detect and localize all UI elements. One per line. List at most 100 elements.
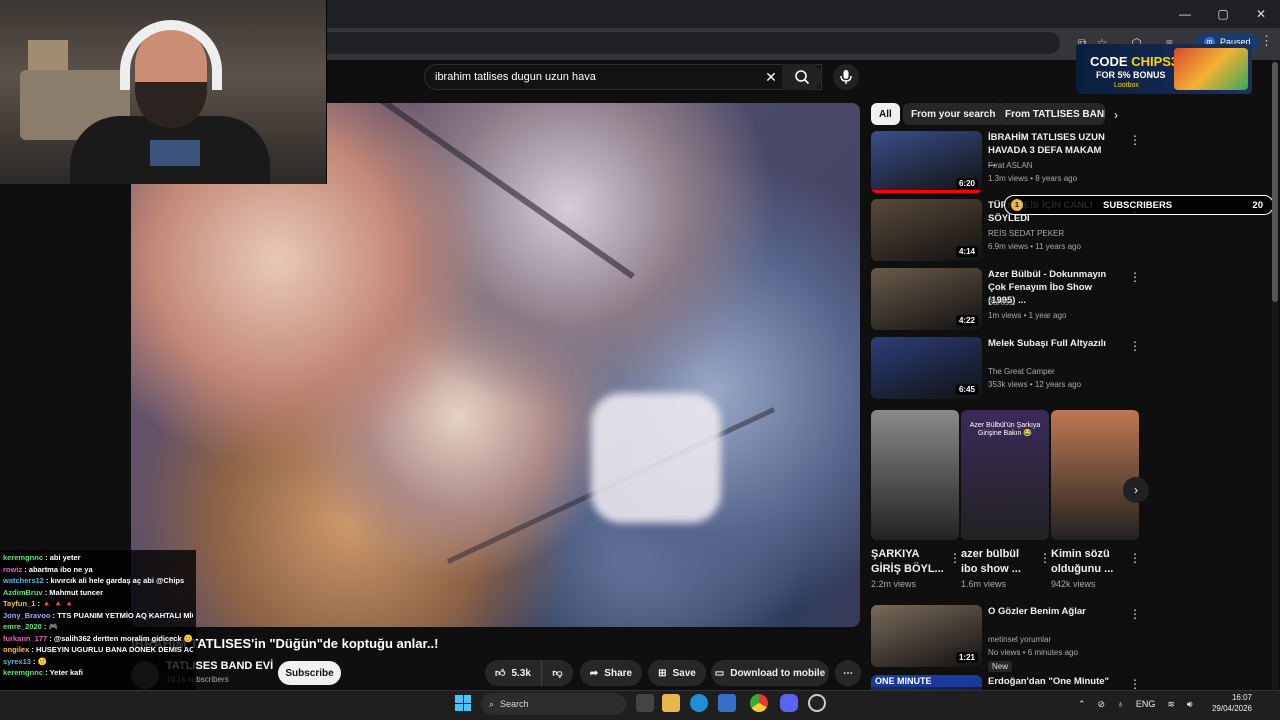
video-thumbnail[interactable]: 6:45	[871, 337, 982, 399]
close-button[interactable]: ✕	[1242, 0, 1280, 28]
more-icon[interactable]: ⋮	[1129, 339, 1141, 353]
video-thumbnail[interactable]: 4:22	[871, 268, 982, 330]
chip-from-search[interactable]: From your search	[903, 103, 1004, 125]
maximize-button[interactable]: ▢	[1204, 0, 1242, 28]
subs-badge: 1	[1011, 199, 1023, 211]
subscribers-goal-bar: 1 SUBSCRIBERS 20	[1004, 195, 1274, 215]
task-view-icon[interactable]	[636, 694, 654, 712]
video-title[interactable]: O Gözler Benim Ağlar	[988, 605, 1112, 618]
chat-username[interactable]: keremgnnc	[3, 553, 43, 562]
share-button[interactable]: ➦ Share	[580, 660, 642, 686]
short-thumbnail[interactable]	[1051, 410, 1139, 540]
video-meta: 353k views • 12 years ago	[988, 380, 1082, 389]
download-button[interactable]: ▭ Download to mobile	[711, 660, 829, 686]
search-button[interactable]	[782, 64, 822, 90]
chevron-right-icon[interactable]: ›	[1114, 108, 1118, 122]
short-thumbnail[interactable]: Azer Bülbül'ün Şarkıya Girişine Bakın 😂	[961, 410, 1049, 540]
clock-date: 29/04/2026	[1211, 704, 1252, 713]
chat-text: : TTS PUANIM YETMİO AQ KAHTALI MİÇE AÇSA…	[52, 610, 193, 620]
taskbar-search[interactable]: ⌕ Search	[481, 693, 626, 715]
more-icon[interactable]: ⋮	[1129, 133, 1141, 147]
chat-username[interactable]: watchers12	[3, 576, 44, 585]
chat-username[interactable]: syrex13	[3, 657, 31, 666]
more-icon[interactable]: ⋮	[1129, 607, 1141, 621]
download-label: Download to mobile	[730, 667, 826, 679]
subscribe-button[interactable]: Subscribe	[278, 661, 341, 685]
microphone-icon[interactable]: ♁	[1117, 699, 1124, 709]
short-title[interactable]: ŞARKIYA GİRİŞ BÖYL...	[871, 547, 946, 577]
like-button[interactable]: 👍︎ 5.3k	[485, 660, 541, 686]
edge-icon[interactable]	[690, 694, 708, 712]
chat-text: : @salih362 dertten moralim gidiceck 🙂	[49, 633, 193, 643]
chat-message: ongilex : HUSEYIN UGURLU BANA DONEK DEMI…	[3, 644, 193, 656]
chat-text: : abi yeter	[45, 553, 81, 562]
more-icon[interactable]: ⋮	[1129, 551, 1141, 565]
video-channel[interactable]: REİS SEDAT PEKER	[988, 229, 1064, 238]
chat-username[interactable]: Jony_Bravoo	[3, 611, 51, 620]
chat-username[interactable]: rowiz	[3, 565, 22, 574]
chat-username[interactable]: AzdimBruv	[3, 588, 43, 597]
short-title[interactable]: Kimin sözü olduğunu ...	[1051, 547, 1126, 577]
chat-message: keremgnnc : abi yeter	[3, 552, 193, 564]
ad-bonus: FOR 5% BONUS	[1096, 70, 1166, 80]
voice-search-button[interactable]	[833, 64, 859, 90]
more-icon[interactable]: ⋮	[1129, 677, 1141, 691]
video-channel[interactable]: Fırat ASLAN	[988, 161, 1032, 170]
more-actions-button[interactable]: ⋯	[835, 660, 861, 686]
ad-artwork	[1174, 48, 1248, 90]
video-channel[interactable]: The Great Camper	[988, 367, 1055, 376]
recommended-video[interactable]: 6:45 Melek Subaşı Full Altyazılı The Gre…	[871, 337, 1141, 401]
more-icon[interactable]: ⋮	[1129, 270, 1141, 284]
dislike-button[interactable]: 👎︎	[541, 660, 573, 686]
store-icon[interactable]	[718, 694, 736, 712]
search-icon	[795, 70, 810, 85]
short-views: 942k views	[1051, 579, 1096, 589]
chat-username[interactable]: Tayfun_1	[3, 599, 35, 608]
short-thumbnail[interactable]	[871, 410, 959, 540]
promo-ad[interactable]: CODE CHIPS31 FOR 5% BONUS Lootbox	[1076, 44, 1252, 94]
video-channel[interactable]: metinsel yorumlar	[988, 635, 1051, 644]
more-icon: ⋯	[843, 667, 853, 679]
recommended-video[interactable]: 6:20 İBRAHİM TATLISES UZUN HAVADA 3 DEFA…	[871, 131, 1141, 195]
video-title[interactable]: Melek Subaşı Full Altyazılı	[988, 337, 1112, 350]
ad-brand: Lootbox	[1114, 82, 1139, 89]
clear-search-icon[interactable]: ✕	[761, 64, 781, 90]
volume-icon[interactable]: 🔊︎	[1187, 699, 1193, 710]
chip-all[interactable]: All	[871, 103, 900, 125]
chat-message: keremgnnc : Yeter kafi	[3, 667, 193, 679]
wifi-icon[interactable]: ≋	[1167, 699, 1175, 710]
taskbar-search-label: Search	[500, 699, 529, 709]
save-button[interactable]: ⊞ Save	[648, 660, 706, 686]
chat-username[interactable]: keremgnnc	[3, 668, 43, 677]
recommended-video[interactable]: 4:22 Azer Bülbül - Dokunmayın Çok Fenayı…	[871, 268, 1141, 332]
video-frame-detail	[287, 103, 635, 279]
recommended-video[interactable]: 1:21 O Gözler Benim Ağlar metinsel yorum…	[871, 605, 1141, 672]
chat-text: : Mahmut tuncer	[44, 587, 104, 597]
video-thumbnail[interactable]: 4:14	[871, 199, 982, 261]
video-channel[interactable]: Barossi	[988, 298, 1015, 307]
chevron-up-icon[interactable]: ⌃	[1078, 699, 1086, 710]
discord-icon[interactable]	[780, 694, 798, 712]
video-thumbnail[interactable]: 1:21	[871, 605, 982, 667]
more-icon[interactable]: ⋮	[949, 551, 961, 565]
mic-muted-icon[interactable]: ⊘	[1098, 699, 1106, 710]
taskbar-clock[interactable]: 16:07 29/04/2026	[1208, 692, 1252, 714]
obs-icon[interactable]	[808, 694, 826, 712]
chat-username[interactable]: furkann_177	[3, 634, 47, 643]
windows-start-icon[interactable]	[455, 695, 471, 711]
chrome-icon[interactable]	[750, 694, 768, 712]
video-thumbnail[interactable]: 6:20	[871, 131, 982, 193]
short-title[interactable]: azer bülbül ibo show ...	[961, 547, 1036, 577]
shorts-next-button[interactable]: ›	[1123, 477, 1149, 503]
scrollbar-thumb[interactable]	[1272, 62, 1278, 302]
chat-username[interactable]: ongilex	[3, 645, 29, 654]
more-icon[interactable]: ⋮	[1039, 551, 1051, 565]
browser-menu-icon[interactable]: ⋮	[1260, 33, 1273, 49]
chat-username[interactable]: emre_2020	[3, 622, 42, 631]
video-meta: 6.9m views • 11 years ago	[988, 242, 1081, 251]
language-indicator[interactable]: ENG	[1136, 699, 1156, 709]
chip-from-channel[interactable]: From TATLISES BAND EVİ	[997, 103, 1105, 125]
minimize-button[interactable]: —	[1166, 0, 1204, 28]
thumbs-down-icon: 👎︎	[552, 668, 563, 679]
file-explorer-icon[interactable]	[662, 694, 680, 712]
